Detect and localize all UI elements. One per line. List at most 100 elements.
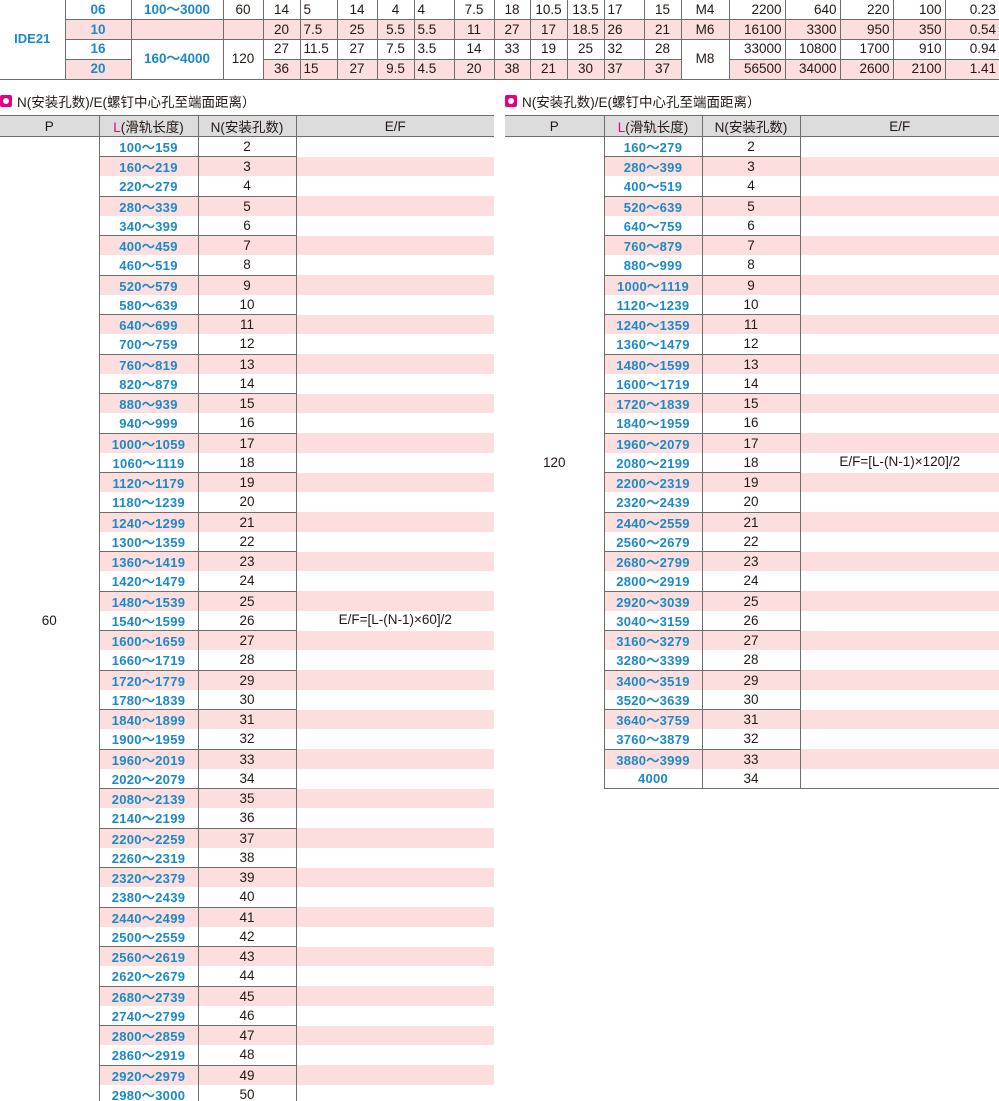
hole-count: 31 (197, 709, 296, 730)
length-range: 2440～2499 (98, 907, 198, 927)
ef-cell (295, 373, 494, 394)
length-range: 3760～3879 (603, 729, 702, 750)
header-p: P (0, 115, 99, 137)
pitch-value: 120 (542, 455, 566, 471)
ef-cell (295, 136, 494, 157)
length-range: 760～879 (603, 235, 702, 256)
length-range: 520～579 (98, 275, 198, 295)
length-range: 1300～1359 (98, 531, 198, 552)
length-range: 1960～2019 (98, 749, 198, 769)
length-range: 2860～2919 (98, 1045, 198, 1066)
screw-cell: M6 (680, 19, 730, 40)
dim-cell: 27 (336, 39, 378, 60)
hole-count: 7 (701, 235, 800, 256)
pitch-cell (222, 19, 264, 40)
length-range: 2800～2859 (98, 1025, 198, 1046)
ef-cell (295, 867, 494, 888)
dim-cell: 14 (336, 0, 378, 21)
length-range: 280～339 (98, 196, 198, 216)
length-range: 2680～2799 (603, 551, 702, 572)
ef-cell (799, 630, 999, 651)
hole-count: 14 (197, 373, 296, 394)
length-cell (130, 19, 224, 40)
ef-cell (295, 630, 494, 651)
length-range: 1000～1119 (603, 275, 702, 295)
hole-count: 19 (701, 472, 800, 493)
ef-cell (295, 275, 494, 295)
ef-cell (799, 729, 999, 749)
length-range: 2380～2439 (98, 887, 198, 908)
length-range: 2200～2259 (98, 828, 198, 848)
dim-cell: 25 (566, 39, 605, 60)
ef-cell (799, 689, 999, 710)
dim-cell: 14 (262, 0, 301, 21)
hole-count: 34 (701, 768, 800, 789)
ef-cell (295, 255, 494, 275)
dim-cell: 32 (603, 39, 645, 60)
hole-count: 7 (197, 235, 296, 256)
length-range: 280～399 (603, 156, 702, 177)
hole-count: 23 (701, 551, 800, 572)
ef-cell (799, 255, 999, 275)
dim-cell: 14 (453, 39, 495, 60)
ef-cell (799, 709, 999, 730)
hole-count: 41 (197, 907, 296, 927)
load-cell: 640 (784, 0, 841, 21)
dim-cell: 27 (336, 58, 378, 80)
length-range: 880～999 (603, 255, 702, 276)
right-header-row: P L(滑轨长度) N(安装孔数) E/F (505, 115, 999, 137)
ef-cell (295, 354, 494, 374)
ef-cell (295, 176, 494, 196)
size-cell: 06 (64, 0, 132, 21)
ef-cell (295, 334, 494, 354)
length-range: 1900～1959 (98, 729, 198, 750)
length-range: 2920～2979 (98, 1065, 198, 1085)
hole-count: 33 (197, 749, 296, 769)
ef-cell (295, 749, 494, 769)
hole-count: 16 (197, 413, 296, 434)
hole-count: 17 (197, 433, 296, 453)
dim-cell: 26 (603, 19, 645, 40)
hole-count: 24 (701, 571, 800, 592)
dim-cell: 18 (493, 0, 531, 21)
length-range: 1480～1539 (98, 591, 198, 611)
load-cell: 3300 (784, 19, 841, 40)
length-range: 3160～3279 (603, 630, 702, 651)
ef-cell (295, 1005, 494, 1026)
length-range: 2080～2199 (603, 452, 702, 473)
ef-cell (799, 176, 999, 196)
ef-cell (295, 907, 494, 927)
right-section-title: N(安装孔数)/E(螺钉中心孔至端面距离） (505, 92, 761, 110)
length-range: 3040～3159 (603, 610, 702, 631)
hole-count: 4 (197, 176, 296, 197)
length-range: 1720～1839 (603, 393, 702, 414)
bullet-icon (0, 95, 12, 107)
hole-count: 13 (701, 354, 800, 374)
left-section-title: N(安装孔数)/E(螺钉中心孔至端面距离） (0, 92, 256, 110)
load-cell: 2600 (839, 58, 894, 80)
header-l: L(滑轨长度) (603, 115, 702, 137)
load-cell: 1.41 (944, 58, 999, 80)
load-cell: 0.94 (944, 39, 999, 60)
hole-count: 36 (197, 808, 296, 829)
length-range: 1180～1239 (98, 492, 198, 513)
dim-cell: 17 (603, 0, 645, 21)
pitch-cell: 60 (222, 0, 264, 21)
hole-count: 47 (197, 1025, 296, 1046)
right-hole-table: P L(滑轨长度) N(安装孔数) E/F 120 160～279 2 280～399… (505, 115, 999, 789)
length-range: 3400～3519 (603, 670, 702, 690)
ef-cell (295, 196, 494, 216)
load-cell: 2200 (728, 0, 786, 21)
hole-count: 10 (701, 294, 800, 315)
load-cell: 10800 (784, 39, 841, 60)
length-range: 940～999 (98, 413, 198, 434)
length-range: 1240～1299 (98, 512, 198, 532)
ef-cell (295, 413, 494, 433)
header-l: L(滑轨长度) (98, 115, 198, 137)
dim-cell: 15 (299, 58, 338, 80)
hole-count: 9 (701, 275, 800, 295)
hole-count: 46 (197, 1005, 296, 1026)
hole-count: 9 (197, 275, 296, 295)
length-range: 2800～2919 (603, 571, 702, 592)
dim-cell: 37 (643, 58, 682, 80)
